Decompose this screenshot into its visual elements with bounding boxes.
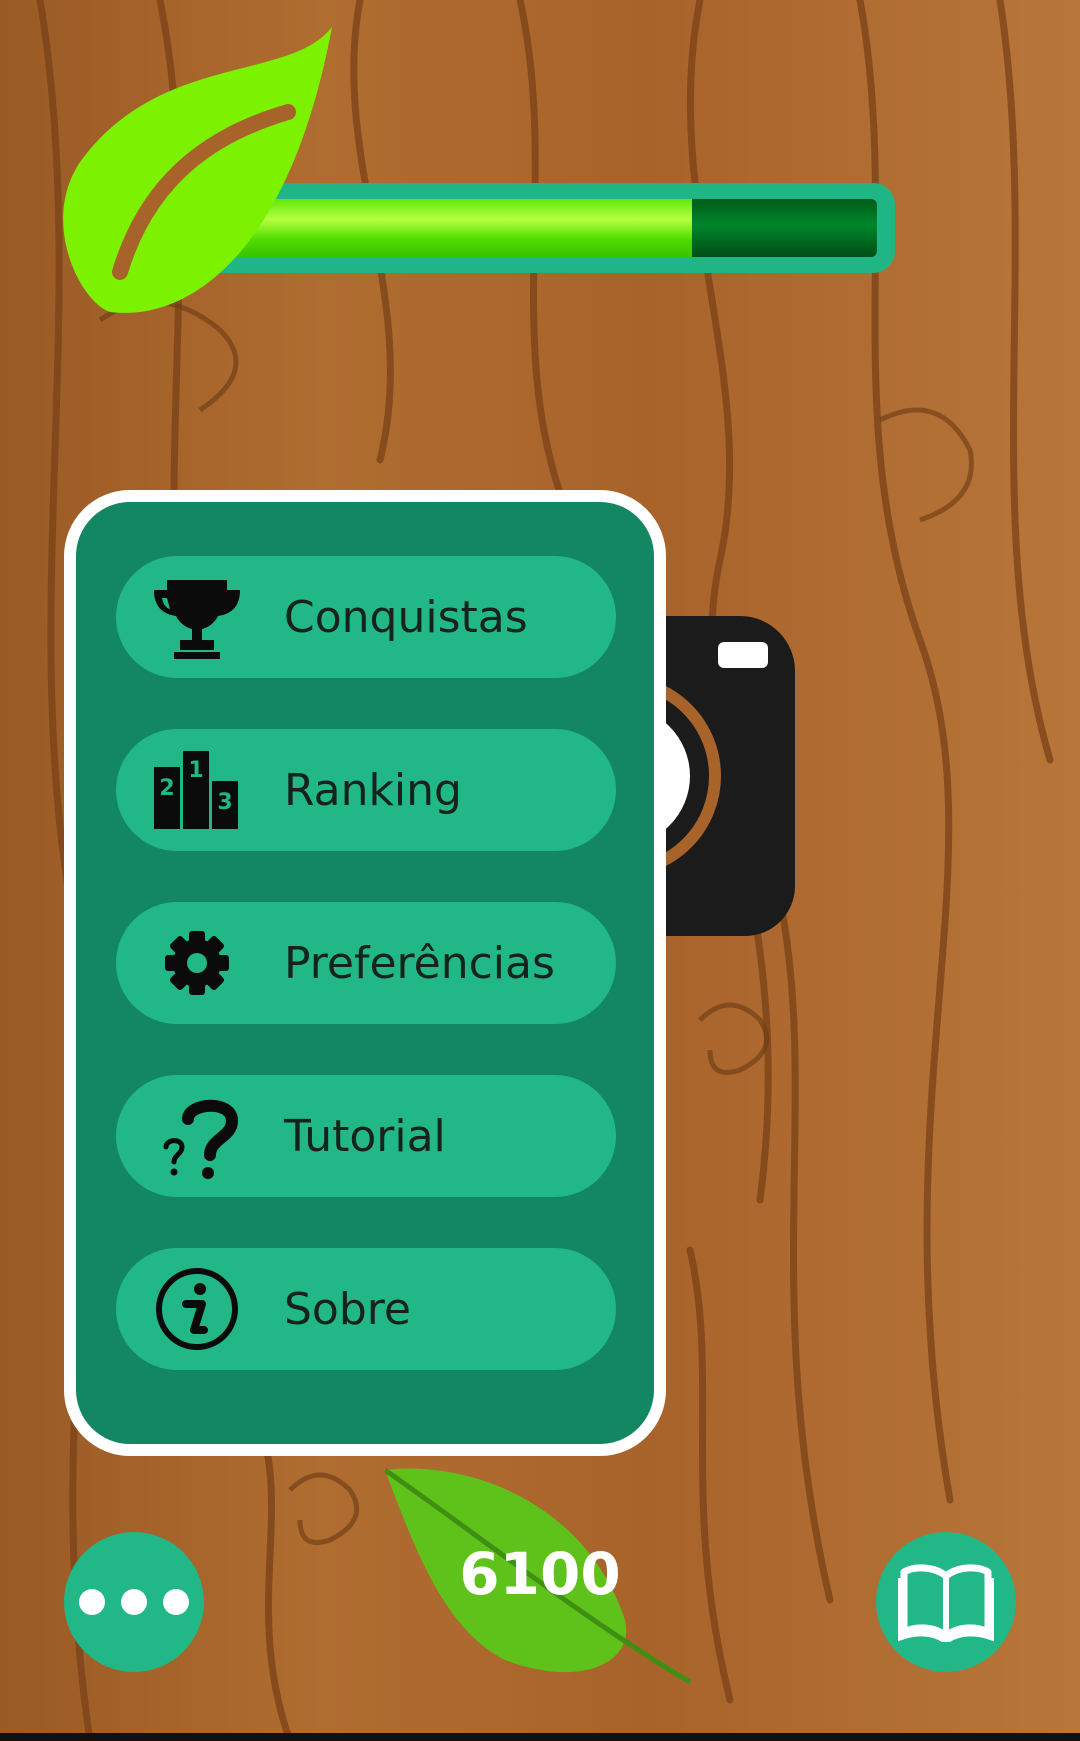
more-dot [121, 1589, 147, 1615]
book-icon [898, 1564, 994, 1642]
more-button[interactable] [64, 1532, 204, 1672]
menu-item-ranking[interactable]: 2 1 3 Ranking [116, 729, 616, 851]
more-dot [163, 1589, 189, 1615]
menu-item-preferencias[interactable]: Preferências [116, 902, 616, 1024]
menu-item-conquistas[interactable]: Conquistas [116, 556, 616, 678]
score-value: 6100 [459, 1540, 621, 1608]
menu-label-conquistas: Conquistas [284, 591, 528, 643]
trophy-icon [152, 572, 242, 662]
menu-label-tutorial: Tutorial [284, 1110, 446, 1162]
menu-item-sobre[interactable]: Sobre [116, 1248, 616, 1370]
podium-first-label: 1 [188, 758, 203, 783]
info-icon [152, 1264, 242, 1354]
main-menu: Conquistas 2 1 3 Ranking Preferências Tu… [64, 490, 666, 1456]
podium-icon: 2 1 3 [152, 745, 242, 835]
menu-item-tutorial[interactable]: Tutorial [116, 1075, 616, 1197]
menu-label-preferencias: Preferências [284, 937, 555, 989]
book-button[interactable] [876, 1532, 1016, 1672]
menu-label-ranking: Ranking [284, 764, 462, 816]
system-bar-edge [0, 1733, 1080, 1741]
menu-label-sobre: Sobre [284, 1283, 411, 1335]
leaf-icon [63, 27, 332, 313]
question-icon [152, 1091, 242, 1181]
podium-second-label: 2 [159, 776, 174, 801]
gear-icon [152, 918, 242, 1008]
podium-third-label: 3 [217, 790, 232, 815]
more-dots-icon [79, 1589, 105, 1615]
